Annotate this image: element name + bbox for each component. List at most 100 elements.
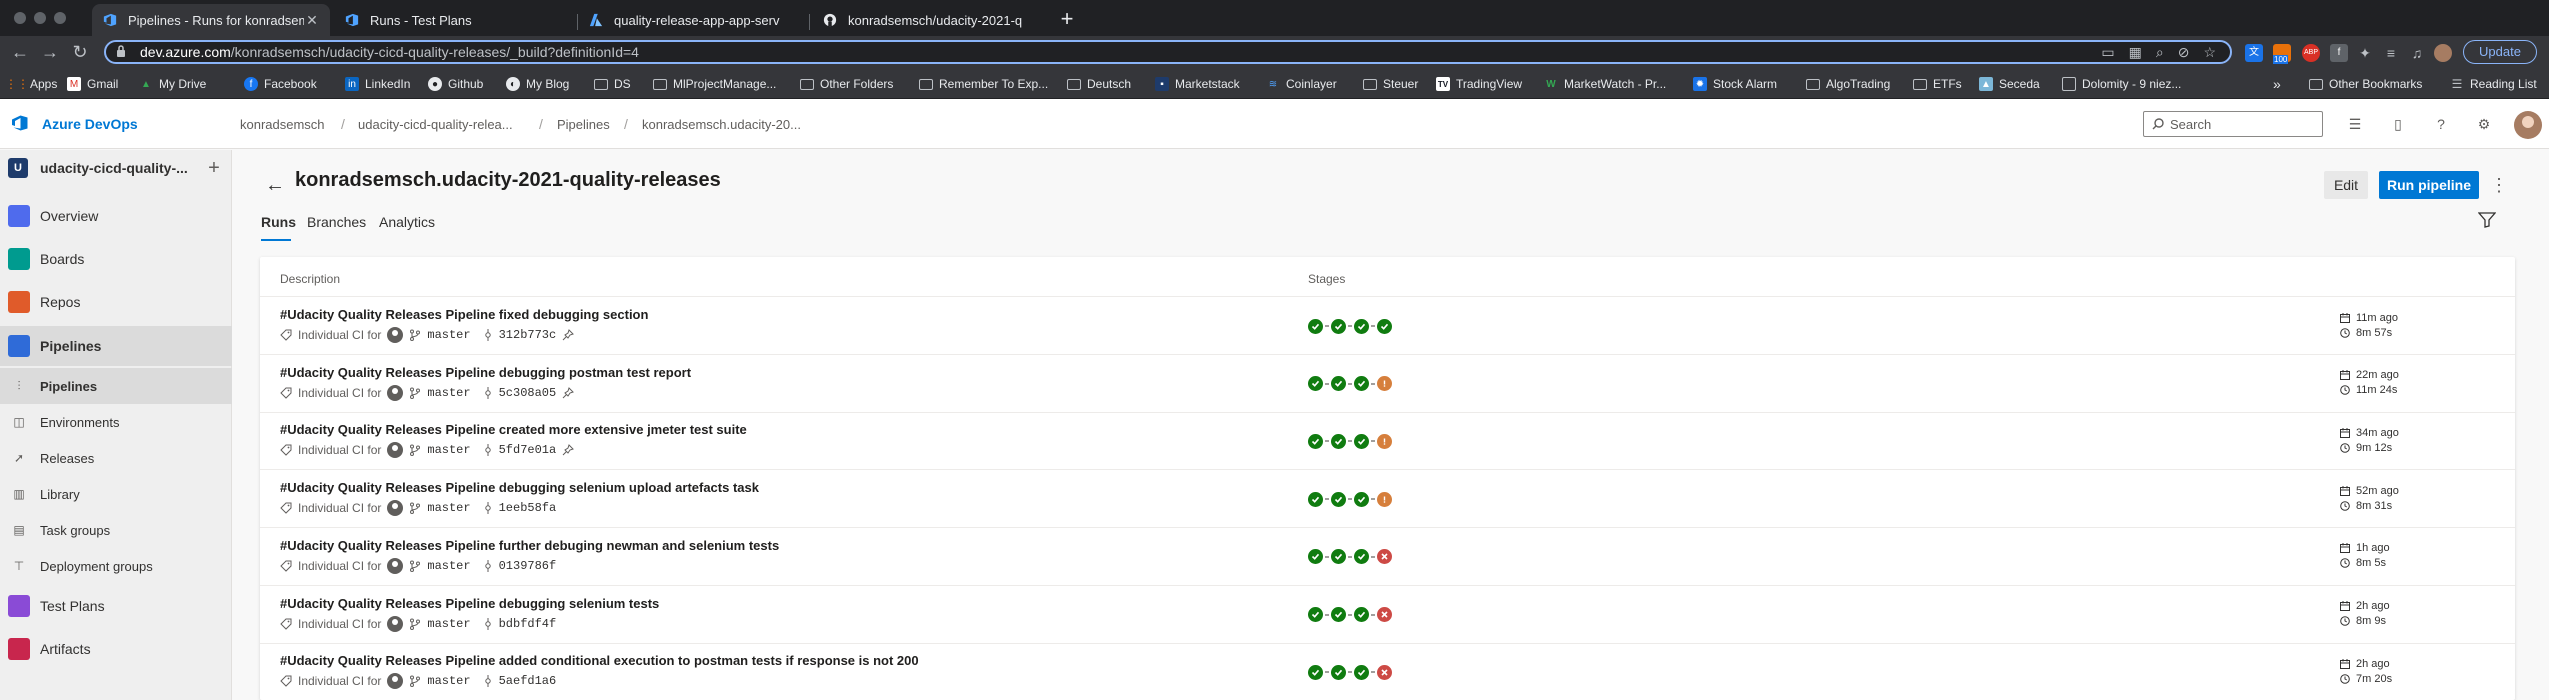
project-selector[interactable]: U udacity-cicd-quality-... + bbox=[8, 156, 224, 180]
bookmark-ds[interactable]: DS bbox=[594, 75, 631, 93]
qr-code-icon[interactable]: ▦ bbox=[2129, 44, 2142, 61]
app-name[interactable]: Azure DevOps bbox=[42, 116, 138, 132]
stage-succeeded-icon[interactable] bbox=[1354, 491, 1369, 507]
back-arrow-icon[interactable]: ← bbox=[8, 40, 32, 64]
commit-hash[interactable]: 5aefd1a6 bbox=[499, 674, 557, 688]
browser-tab-runs[interactable]: Runs - Test Plans bbox=[334, 4, 572, 36]
bookmark-marketwatch[interactable]: W MarketWatch - Pr... bbox=[1544, 75, 1666, 93]
bookmark-marketstack[interactable]: ▪ Marketstack bbox=[1155, 75, 1240, 93]
sidebar-item-pipelines[interactable]: Pipelines bbox=[0, 326, 232, 366]
commit-hash[interactable]: 5c308a05 bbox=[499, 386, 557, 400]
address-bar[interactable]: dev.azure.com/konradsemsch/udacity-cicd-… bbox=[104, 40, 2232, 64]
search-input[interactable]: Search bbox=[2143, 111, 2323, 137]
stage-succeeded-icon[interactable] bbox=[1331, 491, 1346, 507]
bookmark-dolomity[interactable]: Dolomity - 9 niez... bbox=[2062, 75, 2181, 93]
bookmark-steuer[interactable]: Steuer bbox=[1363, 75, 1418, 93]
new-tab-button[interactable]: + bbox=[1054, 6, 1080, 32]
stage-succeeded-icon[interactable] bbox=[1308, 491, 1323, 507]
reading-list-toolbar-icon[interactable]: ≡ bbox=[2382, 44, 2400, 62]
stage-succeeded-icon[interactable] bbox=[1331, 664, 1346, 680]
close-tab-icon[interactable]: ✕ bbox=[304, 12, 320, 29]
sidebar-subitem-releases[interactable]: ➚ Releases bbox=[0, 440, 232, 476]
browser-tab-pipelines[interactable]: Pipelines - Runs for konradsem ✕ bbox=[92, 4, 330, 36]
azure-devops-logo-icon[interactable] bbox=[12, 115, 28, 131]
bookmark-other-folders[interactable]: Other Folders bbox=[800, 75, 893, 93]
bookmark-coinlayer[interactable]: ≋ Coinlayer bbox=[1266, 75, 1337, 93]
tab-branches[interactable]: Branches bbox=[307, 214, 366, 230]
run-title[interactable]: #Udacity Quality Releases Pipeline fixed… bbox=[280, 307, 648, 322]
bookmarks-overflow-chevron[interactable]: » bbox=[2273, 75, 2281, 93]
bookmark-reading-list[interactable]: ☰ Reading List bbox=[2450, 75, 2537, 93]
bookmark-stock-alarm[interactable]: ✹ Stock Alarm bbox=[1693, 75, 1777, 93]
bookmark-star-icon[interactable]: ☆ bbox=[2203, 44, 2216, 61]
sidebar-item-test-plans[interactable]: Test Plans bbox=[0, 586, 232, 626]
forward-arrow-icon[interactable]: → bbox=[38, 40, 62, 64]
sidebar-subitem-pipelines[interactable]: ⫶ Pipelines bbox=[0, 368, 232, 404]
run-pipeline-button[interactable]: Run pipeline bbox=[2379, 171, 2479, 199]
bookmark-facebook[interactable]: f Facebook bbox=[244, 75, 317, 93]
stage-succeeded-icon[interactable] bbox=[1308, 664, 1323, 680]
cast-icon[interactable]: ▭ bbox=[2101, 44, 2114, 61]
bookmark-remember-to-exp[interactable]: Remember To Exp... bbox=[919, 75, 1048, 93]
sidebar-item-overview[interactable]: Overview bbox=[0, 196, 232, 236]
run-title[interactable]: #Udacity Quality Releases Pipeline creat… bbox=[280, 422, 747, 437]
run-title[interactable]: #Udacity Quality Releases Pipeline added… bbox=[280, 653, 919, 668]
add-icon[interactable]: + bbox=[204, 157, 224, 180]
bookmark-gmail[interactable]: M Gmail bbox=[67, 75, 118, 93]
pin-icon[interactable] bbox=[562, 386, 575, 399]
stage-succeeded-icon[interactable] bbox=[1354, 607, 1369, 622]
stage-succeeded-icon[interactable] bbox=[1354, 376, 1369, 392]
run-title[interactable]: #Udacity Quality Releases Pipeline debug… bbox=[280, 480, 759, 495]
stage-succeeded-icon[interactable] bbox=[1331, 607, 1346, 622]
sidebar-subitem-task-groups[interactable]: ▤ Task groups bbox=[0, 512, 232, 548]
list-settings-icon[interactable]: ☰ bbox=[2347, 116, 2363, 132]
branch-name[interactable]: master bbox=[427, 674, 470, 688]
window-minimize-button[interactable] bbox=[34, 12, 46, 24]
table-row[interactable]: #Udacity Quality Releases Pipeline debug… bbox=[260, 470, 2515, 529]
stage-succeeded-icon[interactable] bbox=[1331, 318, 1346, 334]
table-row[interactable]: #Udacity Quality Releases Pipeline furth… bbox=[260, 528, 2515, 586]
bookmark-seceda[interactable]: ▲ Seceda bbox=[1979, 75, 2040, 93]
user-settings-icon[interactable]: ⚙ bbox=[2476, 116, 2492, 132]
branch-name[interactable]: master bbox=[427, 443, 470, 457]
branch-name[interactable]: master bbox=[427, 559, 470, 573]
breadcrumb-project[interactable]: udacity-cicd-quality-relea... bbox=[358, 117, 513, 132]
tab-analytics[interactable]: Analytics bbox=[379, 214, 435, 230]
commit-hash[interactable]: 0139786f bbox=[499, 559, 557, 573]
facebook-extension-icon[interactable]: f bbox=[2330, 44, 2348, 62]
chrome-update-button[interactable]: Update bbox=[2463, 40, 2537, 64]
stage-succeeded-icon[interactable] bbox=[1354, 433, 1369, 449]
table-row[interactable]: #Udacity Quality Releases Pipeline fixed… bbox=[260, 297, 2515, 355]
bookmark-my-blog[interactable]: ◐ My Blog bbox=[506, 75, 569, 93]
edit-button[interactable]: Edit bbox=[2324, 171, 2368, 199]
reload-icon[interactable]: ↻ bbox=[68, 40, 92, 64]
stage-warning-icon[interactable] bbox=[1377, 376, 1392, 392]
marketplace-bag-icon[interactable]: ▯ bbox=[2390, 116, 2406, 132]
rss-extension-icon[interactable]: 100 bbox=[2273, 44, 2291, 64]
translate-extension-icon[interactable]: 文 bbox=[2245, 44, 2263, 62]
run-title[interactable]: #Udacity Quality Releases Pipeline debug… bbox=[280, 596, 659, 611]
stage-succeeded-icon[interactable] bbox=[1331, 433, 1346, 449]
tracking-blocked-icon[interactable]: ⊘ bbox=[2178, 44, 2190, 61]
sidebar-item-boards[interactable]: Boards bbox=[0, 239, 232, 279]
table-row[interactable]: #Udacity Quality Releases Pipeline debug… bbox=[260, 355, 2515, 413]
extension-puzzle-icon[interactable]: ✦ bbox=[2356, 44, 2374, 62]
run-title[interactable]: #Udacity Quality Releases Pipeline debug… bbox=[280, 365, 691, 380]
stage-failed-icon[interactable] bbox=[1377, 607, 1392, 622]
browser-tab-azure-app[interactable]: quality-release-app-app-serv bbox=[578, 4, 816, 36]
table-row[interactable]: #Udacity Quality Releases Pipeline debug… bbox=[260, 586, 2515, 644]
user-avatar[interactable] bbox=[2514, 111, 2542, 139]
adblock-plus-icon[interactable]: ABP bbox=[2302, 44, 2320, 62]
bookmark-linkedin[interactable]: in LinkedIn bbox=[345, 75, 410, 93]
stage-succeeded-icon[interactable] bbox=[1308, 376, 1323, 392]
stage-succeeded-icon[interactable] bbox=[1308, 549, 1323, 565]
sidebar-subitem-deployment-groups[interactable]: ⊤ Deployment groups bbox=[0, 548, 232, 584]
commit-hash[interactable]: 5fd7e01a bbox=[499, 443, 557, 457]
table-row[interactable]: #Udacity Quality Releases Pipeline creat… bbox=[260, 412, 2515, 471]
breadcrumb-pipeline[interactable]: konradsemsch.udacity-20... bbox=[642, 117, 801, 132]
run-title[interactable]: #Udacity Quality Releases Pipeline furth… bbox=[280, 538, 779, 553]
back-arrow-icon[interactable]: ← bbox=[265, 175, 285, 195]
bookmark-other-bookmarks[interactable]: Other Bookmarks bbox=[2309, 75, 2422, 93]
pin-icon[interactable] bbox=[562, 329, 575, 341]
zoom-icon[interactable]: ⌕ bbox=[2156, 44, 2164, 61]
